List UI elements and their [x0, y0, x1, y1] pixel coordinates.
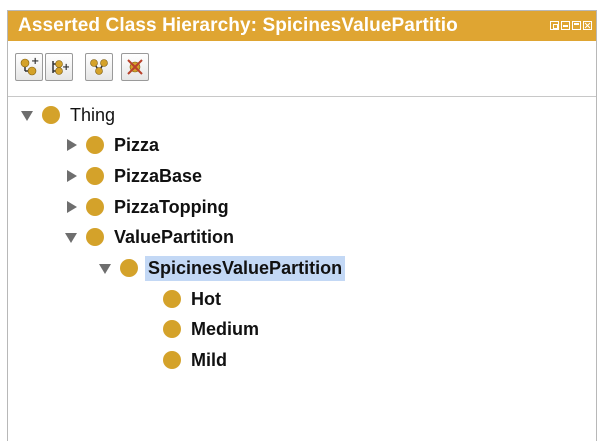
collapse-toggle-icon[interactable] [64, 200, 78, 214]
class-icon [163, 290, 181, 308]
class-icon [86, 228, 104, 246]
collapse-toggle-icon[interactable] [64, 138, 78, 152]
class-icon [86, 167, 104, 185]
add-subclass-button[interactable]: + [15, 53, 43, 81]
add-subclass-icon: + [20, 57, 39, 76]
panel-titlebar: Asserted Class Hierarchy: SpicinesValueP… [8, 11, 596, 41]
maximize-icon[interactable] [572, 21, 581, 30]
window-controls [550, 21, 592, 30]
tree-node-pizzabase[interactable]: PizzaBase [64, 162, 205, 190]
svg-text:+: + [31, 57, 39, 67]
float-icon[interactable] [550, 21, 559, 30]
hierarchy-icon [90, 59, 108, 75]
tree-node-label: Pizza [114, 134, 160, 155]
add-sibling-class-icon: + [52, 60, 69, 75]
minimize-icon[interactable] [561, 21, 570, 30]
create-hierarchy-button[interactable] [85, 53, 113, 81]
tree-node-mild[interactable]: Mild [141, 346, 230, 374]
expand-toggle-icon[interactable] [98, 261, 112, 275]
tree-node-pizza[interactable]: Pizza [64, 131, 162, 159]
class-icon [86, 198, 104, 216]
panel-title: Asserted Class Hierarchy: SpicinesValueP… [18, 15, 458, 36]
class-icon [163, 320, 181, 338]
tree-node-medium[interactable]: Medium [141, 315, 262, 343]
tree-node-label: PizzaBase [114, 165, 203, 186]
class-icon [120, 259, 138, 277]
tree-node-label: Medium [191, 318, 260, 339]
tree-node-label: Thing [70, 104, 116, 125]
delete-class-icon [127, 59, 143, 75]
tree-node-hot[interactable]: Hot [141, 285, 224, 313]
tree-node-label: Mild [191, 349, 227, 370]
tree-node-label: Hot [191, 288, 221, 309]
add-sibling-class-button[interactable]: + [45, 53, 73, 81]
delete-class-button[interactable] [121, 53, 149, 81]
class-icon [42, 106, 60, 124]
tree-node-spicinesvaluepartition[interactable]: SpicinesValuePartition [98, 254, 346, 282]
class-icon [163, 351, 181, 369]
tree-node-pizzatopping[interactable]: PizzaTopping [64, 193, 232, 221]
class-hierarchy-panel: Asserted Class Hierarchy: SpicinesValueP… [7, 10, 597, 441]
tree-node-label: ValuePartition [114, 226, 235, 247]
expand-toggle-icon[interactable] [64, 230, 78, 244]
collapse-toggle-icon[interactable] [64, 169, 78, 183]
tree-node-label-selected: SpicinesValuePartition [145, 255, 346, 281]
tree-node-valuepartition[interactable]: ValuePartition [64, 223, 237, 251]
tree-node-label: PizzaTopping [114, 196, 229, 217]
tree-node-thing[interactable]: Thing [20, 101, 118, 129]
svg-text:+: + [62, 62, 69, 73]
class-icon [86, 136, 104, 154]
close-icon[interactable] [583, 21, 592, 30]
class-toolbar: + + [8, 41, 596, 97]
expand-toggle-icon[interactable] [20, 108, 34, 122]
